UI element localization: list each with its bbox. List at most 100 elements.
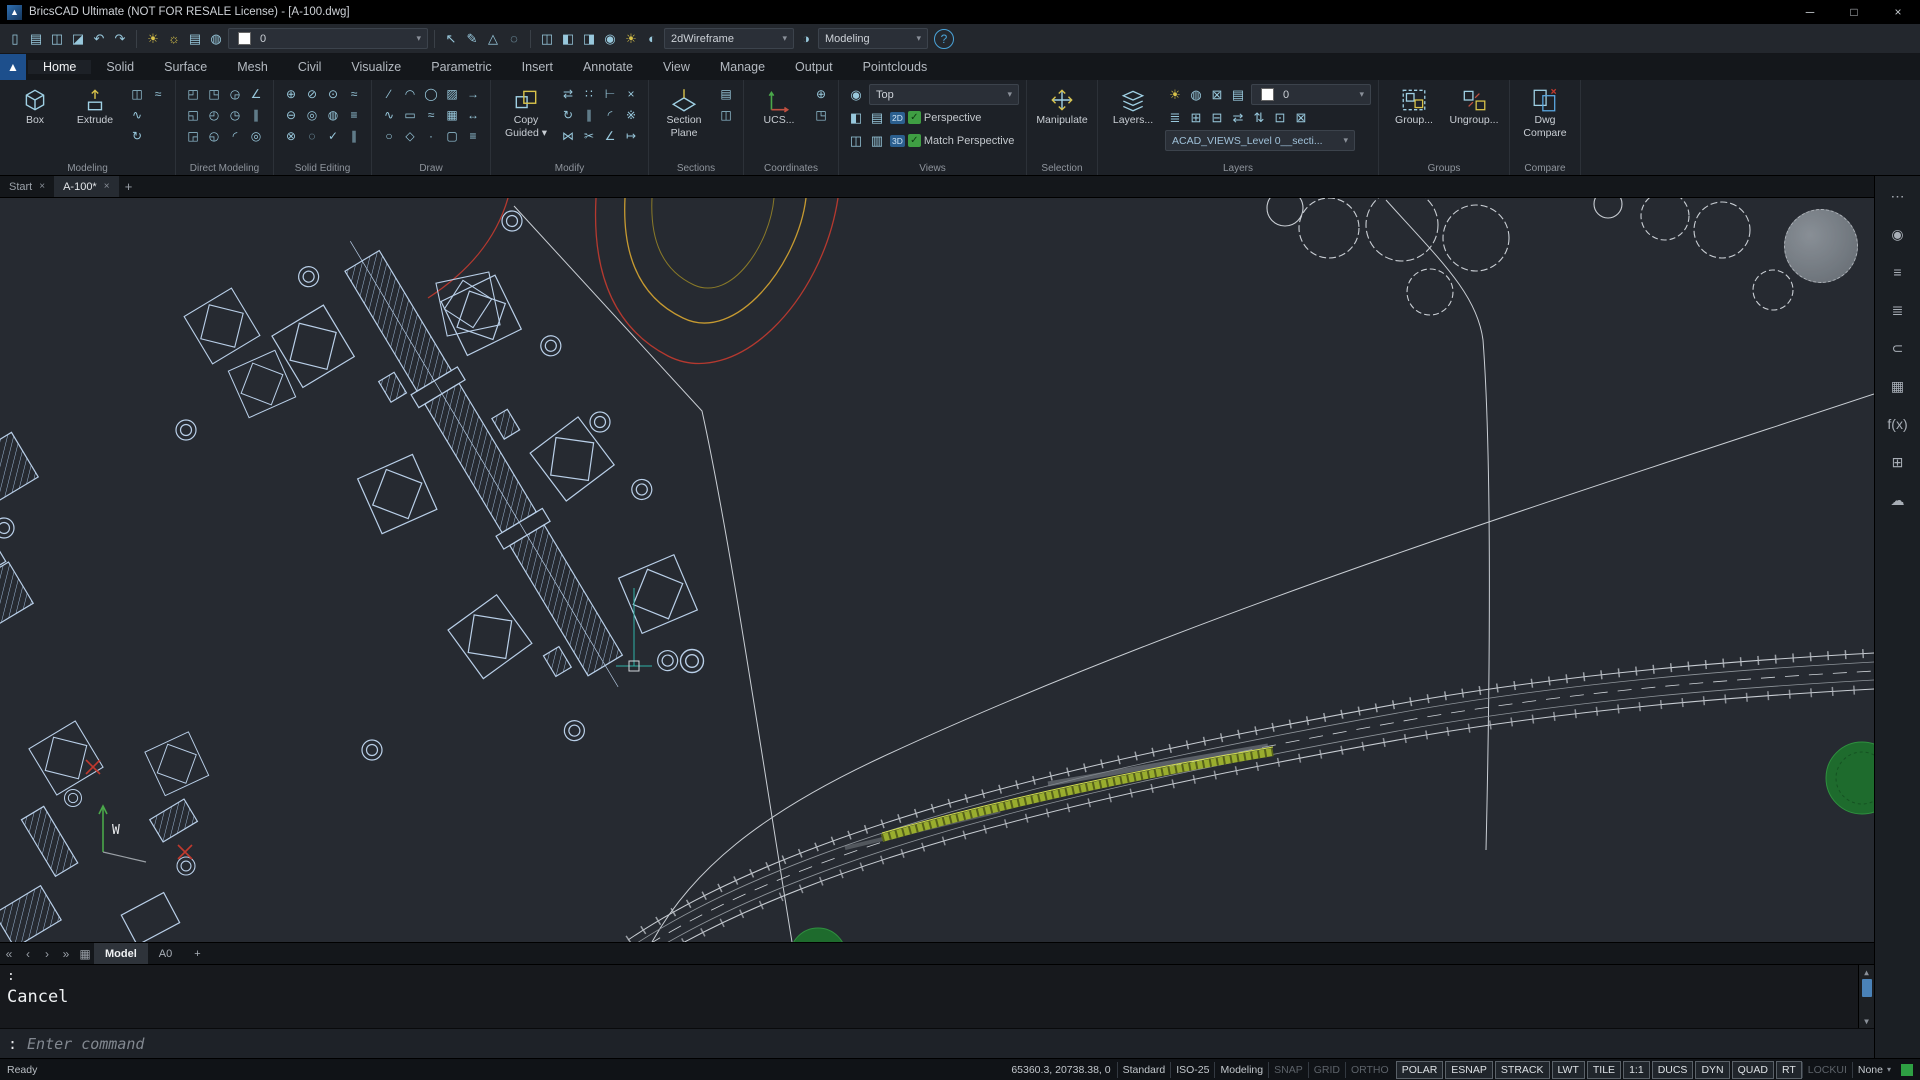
boundary-icon[interactable]: ▢: [442, 126, 462, 146]
ribbon-tab-output[interactable]: Output: [780, 60, 848, 74]
layer-on-icon[interactable]: ☀: [143, 29, 163, 49]
bricscad-app-button[interactable]: ▲: [0, 54, 26, 80]
match-perspective-checkbox-icon[interactable]: ✓: [907, 134, 921, 147]
cloud-upload-icon[interactable]: ☁: [1883, 488, 1913, 512]
world-ucs-icon[interactable]: ⊕: [811, 84, 831, 104]
sun-properties-icon[interactable]: ☼: [164, 29, 184, 49]
status-1-1[interactable]: 1:1: [1623, 1060, 1650, 1079]
more-options-icon[interactable]: ⋯: [1883, 184, 1913, 208]
section-detail-icon[interactable]: ▤: [716, 84, 736, 104]
status-indicator-led[interactable]: [1901, 1063, 1913, 1076]
thicken-icon[interactable]: ≡: [344, 105, 364, 125]
status-rt[interactable]: RT: [1775, 1060, 1802, 1079]
layer-plot-icon[interactable]: ▤: [1228, 85, 1248, 105]
status-iso-25[interactable]: ISO-25: [1170, 1061, 1214, 1078]
rectangle-icon[interactable]: ▭: [400, 105, 420, 125]
check-solid-icon[interactable]: ✓: [323, 126, 343, 146]
new-doc-tab-button[interactable]: +: [119, 176, 139, 197]
section-clip-icon[interactable]: ◫: [716, 105, 736, 125]
subtract-icon[interactable]: ⊖: [281, 105, 301, 125]
view-top-icon[interactable]: ◫: [537, 29, 557, 49]
ribbon-tab-insert[interactable]: Insert: [507, 60, 568, 74]
clean-icon[interactable]: ◍: [323, 105, 343, 125]
status-grid[interactable]: GRID: [1307, 1061, 1345, 1078]
save-file-icon[interactable]: ◫: [47, 29, 67, 49]
last-layout-icon[interactable]: »: [57, 947, 75, 961]
dm-split-face-icon[interactable]: ◵: [204, 126, 224, 146]
tips-icon[interactable]: ◉: [1883, 222, 1913, 246]
perspective-checkbox-icon[interactable]: ✓: [907, 111, 921, 124]
stretch-icon[interactable]: ↦: [621, 126, 641, 146]
status-polar[interactable]: POLAR: [1395, 1060, 1444, 1079]
section-view-icon[interactable]: ◨: [579, 29, 599, 49]
prev-layout-icon[interactable]: ‹: [19, 947, 37, 961]
circle-icon[interactable]: ○: [379, 126, 399, 146]
select-cursor-icon[interactable]: ↖: [441, 29, 461, 49]
first-layout-icon[interactable]: «: [0, 947, 18, 961]
layer-isolate-icon[interactable]: ⊡: [1270, 108, 1290, 128]
match-perspective-label[interactable]: Match Perspective: [924, 135, 1014, 147]
undo-icon[interactable]: ↶: [89, 29, 109, 49]
render-icon[interactable]: ◑: [796, 29, 816, 49]
shell-icon[interactable]: ◎: [302, 105, 322, 125]
dm-taper-face-icon[interactable]: ◶: [225, 84, 245, 104]
dm-copy-face-icon[interactable]: ◴: [204, 105, 224, 125]
ucs-button[interactable]: UCS...: [751, 84, 807, 152]
ribbon-tab-surface[interactable]: Surface: [149, 60, 222, 74]
ribbon-tab-civil[interactable]: Civil: [283, 60, 337, 74]
close-tab-icon[interactable]: ×: [39, 181, 45, 192]
dm-chamfer-edge-icon[interactable]: ∠: [246, 84, 266, 104]
box-button[interactable]: Box: [7, 84, 63, 152]
named-views-icon[interactable]: ▥: [867, 131, 887, 151]
loft-icon[interactable]: ≈: [148, 84, 168, 104]
polysolid-icon[interactable]: ◫: [127, 84, 147, 104]
plot-style-icon[interactable]: ▤: [185, 29, 205, 49]
drawing-canvas[interactable]: W: [0, 198, 1874, 942]
polygon-icon[interactable]: ◇: [400, 126, 420, 146]
hatch-icon[interactable]: ▨: [442, 84, 462, 104]
ray-icon[interactable]: →: [463, 84, 483, 104]
chamfer-icon[interactable]: ∠: [600, 126, 620, 146]
layer-match-icon[interactable]: ⇄: [1228, 108, 1248, 128]
match-properties-icon[interactable]: ✎: [462, 29, 482, 49]
layout-tab-model[interactable]: Model: [94, 943, 148, 964]
ribbon-tab-solid[interactable]: Solid: [91, 60, 149, 74]
dm-shell-icon[interactable]: ◎: [246, 126, 266, 146]
line-icon[interactable]: ∕: [379, 84, 399, 104]
arc-icon[interactable]: ◠: [400, 84, 420, 104]
layer-merge-icon[interactable]: ⊠: [1291, 108, 1311, 128]
command-scrollbar[interactable]: ▲ ▼: [1858, 965, 1874, 1028]
purge-icon[interactable]: ◌: [504, 29, 524, 49]
annotative-scale-icon[interactable]: △: [483, 29, 503, 49]
layout-tab-a0[interactable]: A0: [148, 943, 183, 964]
layers-button[interactable]: Layers...: [1105, 84, 1161, 152]
scrollbar-thumb[interactable]: [1861, 979, 1872, 997]
group-button[interactable]: Group...: [1386, 84, 1442, 152]
ribbon-tab-annotate[interactable]: Annotate: [568, 60, 648, 74]
spline-icon[interactable]: ≈: [421, 105, 441, 125]
layer-new-icon[interactable]: ⊞: [1186, 108, 1206, 128]
dm-push-pull-icon[interactable]: ◰: [183, 84, 203, 104]
new-file-icon[interactable]: ▯: [5, 29, 25, 49]
help-button[interactable]: ?: [934, 28, 954, 49]
dm-move-face-icon[interactable]: ◱: [183, 105, 203, 125]
dwg-compare-button[interactable]: Dwg Compare: [1517, 84, 1573, 152]
status-dyn[interactable]: DYN: [1695, 1060, 1730, 1079]
open-file-icon[interactable]: ▤: [26, 29, 46, 49]
ribbon-layer-select[interactable]: 0 ▾: [1251, 84, 1371, 105]
section-plane-button[interactable]: Section Plane: [656, 84, 712, 152]
fillet-icon[interactable]: ◜: [600, 105, 620, 125]
layout-list-icon[interactable]: ▦: [76, 947, 94, 961]
ribbon-tab-home[interactable]: Home: [28, 60, 92, 74]
layer-states-icon[interactable]: ≣: [1165, 108, 1185, 128]
dm-delete-face-icon[interactable]: ◳: [204, 84, 224, 104]
separate-icon[interactable]: ◌: [302, 126, 322, 146]
status-esnap[interactable]: ESNAP: [1445, 1060, 1493, 1079]
intersect-icon[interactable]: ⊗: [281, 126, 301, 146]
imprint-icon[interactable]: ⊙: [323, 84, 343, 104]
close-button[interactable]: ×: [1876, 0, 1920, 24]
command-history[interactable]: : Cancel ▲ ▼: [0, 964, 1874, 1028]
status-quad[interactable]: QUAD: [1731, 1060, 1774, 1079]
command-input[interactable]: : Enter command: [0, 1028, 1874, 1058]
status-standard[interactable]: Standard: [1116, 1061, 1171, 1078]
